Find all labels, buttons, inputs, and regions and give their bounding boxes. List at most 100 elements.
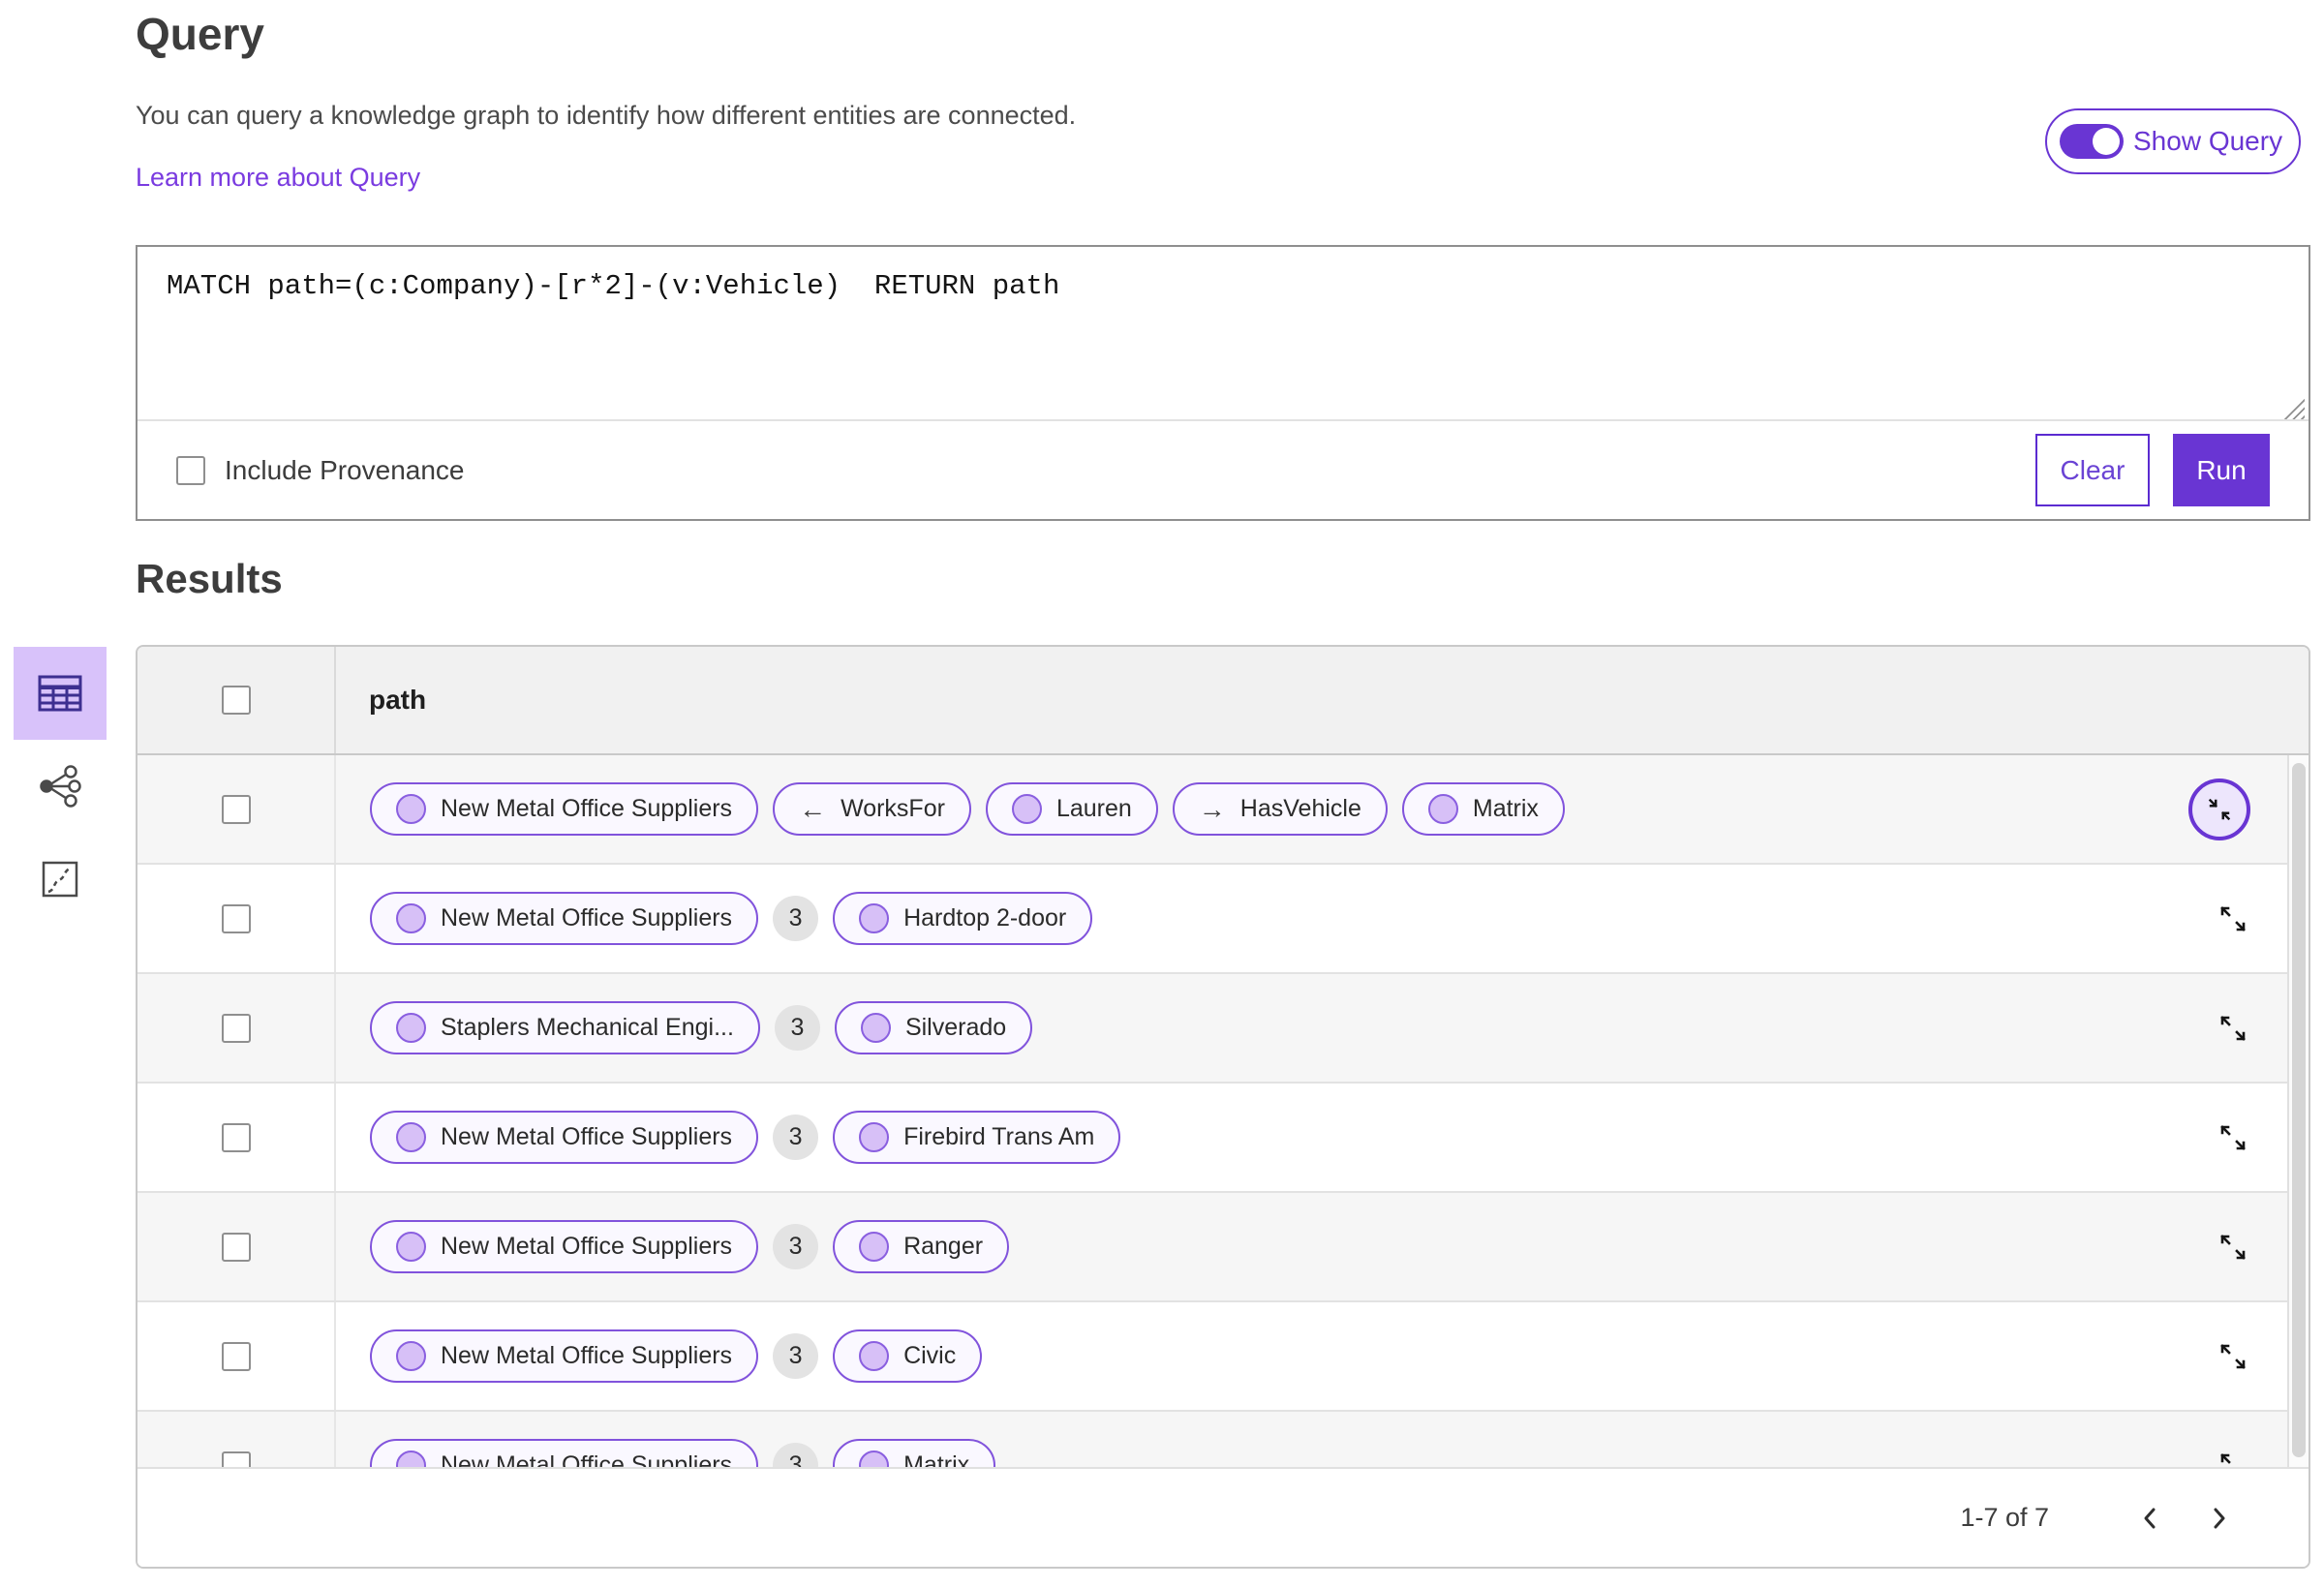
expand-row-button[interactable] bbox=[2216, 1011, 2250, 1046]
row-checkbox[interactable] bbox=[221, 1341, 251, 1371]
toggle-knob bbox=[2093, 128, 2120, 155]
table-footer: 1-7 of 7 bbox=[138, 1467, 2309, 1567]
entity-circle-icon bbox=[396, 1341, 426, 1371]
query-input[interactable]: MATCH path=(c:Company)-[r*2]-(v:Vehicle)… bbox=[138, 247, 2309, 421]
row-checkbox[interactable] bbox=[221, 1232, 251, 1262]
table-scrollbar[interactable] bbox=[2287, 755, 2309, 1467]
right-arrow-icon: → bbox=[1198, 793, 1226, 824]
relation-pill[interactable]: → HasVehicle bbox=[1172, 782, 1388, 836]
entity-pill[interactable]: New Metal Office Suppliers bbox=[370, 1220, 759, 1273]
expand-icon bbox=[2220, 1234, 2246, 1260]
next-page-button[interactable] bbox=[2185, 1489, 2252, 1547]
query-page: Query You can query a knowledge graph to… bbox=[0, 0, 2324, 1588]
pill-label: WorksFor bbox=[841, 795, 945, 822]
entity-pill[interactable]: Ranger bbox=[833, 1220, 1010, 1273]
relation-count-badge[interactable]: 3 bbox=[773, 1443, 819, 1467]
entity-circle-icon bbox=[396, 1451, 426, 1467]
expand-row-button[interactable] bbox=[2216, 901, 2250, 936]
entity-pill[interactable]: Staplers Mechanical Engi... bbox=[370, 1001, 760, 1054]
relation-count-badge[interactable]: 3 bbox=[774, 1005, 820, 1051]
relation-count-badge[interactable]: 3 bbox=[773, 1115, 819, 1160]
run-button[interactable]: Run bbox=[2173, 434, 2270, 506]
table-row: New Metal Office Suppliers 3 Civic bbox=[138, 1302, 2309, 1412]
left-arrow-icon: ← bbox=[799, 793, 827, 824]
entity-pill[interactable]: Matrix bbox=[1401, 782, 1565, 836]
expand-row-button[interactable] bbox=[2216, 1120, 2250, 1155]
entity-circle-icon bbox=[1427, 794, 1458, 824]
entity-circle-icon bbox=[1011, 794, 1042, 824]
table-row: New Metal Office Suppliers 3 Matrix bbox=[138, 1412, 2309, 1467]
pill-label: New Metal Office Suppliers bbox=[441, 795, 733, 822]
entity-pill[interactable]: New Metal Office Suppliers bbox=[370, 892, 759, 945]
expand-icon bbox=[2220, 1124, 2246, 1150]
row-checkbox[interactable] bbox=[221, 1013, 251, 1043]
pill-label: Silverado bbox=[904, 1014, 1007, 1041]
pill-label: Civic bbox=[903, 1342, 957, 1369]
table-row: Staplers Mechanical Engi... 3 Silverado bbox=[138, 974, 2309, 1084]
relation-count-badge[interactable]: 3 bbox=[773, 896, 819, 941]
entity-pill[interactable]: Firebird Trans Am bbox=[833, 1111, 1121, 1164]
include-provenance-checkbox[interactable] bbox=[176, 455, 205, 485]
entity-circle-icon bbox=[396, 794, 426, 824]
entity-circle-icon bbox=[396, 1122, 426, 1152]
entity-pill[interactable]: New Metal Office Suppliers bbox=[370, 782, 759, 836]
pagination-range: 1-7 of 7 bbox=[1960, 1503, 2049, 1532]
entity-circle-icon bbox=[859, 1122, 890, 1152]
expand-row-button[interactable] bbox=[2216, 1339, 2250, 1374]
map-view-icon bbox=[42, 861, 78, 898]
graph-view-icon bbox=[40, 765, 81, 808]
expand-icon bbox=[2220, 1343, 2246, 1369]
learn-more-link[interactable]: Learn more about Query bbox=[136, 163, 420, 193]
expand-row-button[interactable] bbox=[2216, 1449, 2250, 1468]
graph-view-button[interactable] bbox=[14, 740, 107, 833]
table-row: New Metal Office Suppliers 3 Hardtop 2-doo… bbox=[138, 865, 2309, 974]
row-checkbox[interactable] bbox=[221, 903, 251, 933]
results-table: path New Metal Office Suppliers ← WorksFor… bbox=[136, 645, 2310, 1569]
entity-pill[interactable]: Lauren bbox=[985, 782, 1158, 836]
entity-circle-icon bbox=[860, 1013, 891, 1043]
page-title: Query bbox=[136, 9, 264, 59]
table-row: New Metal Office Suppliers ← WorksFor Laure… bbox=[138, 755, 2309, 865]
pill-label: Ranger bbox=[903, 1233, 984, 1260]
toggle-switch-icon[interactable] bbox=[2060, 124, 2124, 159]
entity-circle-icon bbox=[859, 1232, 890, 1262]
table-row: New Metal Office Suppliers 3 Firebird Tran… bbox=[138, 1084, 2309, 1193]
entity-pill[interactable]: Silverado bbox=[834, 1001, 1033, 1054]
pill-label: New Metal Office Suppliers bbox=[441, 904, 733, 931]
next-page-icon bbox=[2214, 1508, 2225, 1528]
clear-button[interactable]: Clear bbox=[2035, 434, 2150, 506]
table-row: New Metal Office Suppliers 3 Ranger bbox=[138, 1193, 2309, 1302]
relation-count-badge[interactable]: 3 bbox=[773, 1224, 819, 1269]
collapse-row-button[interactable] bbox=[2188, 778, 2250, 840]
query-footer: Include Provenance Clear Run bbox=[138, 421, 2309, 519]
table-header-row: path bbox=[138, 647, 2309, 755]
entity-pill[interactable]: Matrix bbox=[833, 1439, 996, 1467]
entity-pill[interactable]: New Metal Office Suppliers bbox=[370, 1111, 759, 1164]
select-all-checkbox[interactable] bbox=[221, 686, 251, 715]
pill-label: Hardtop 2-door bbox=[903, 904, 1067, 931]
scrollbar-thumb[interactable] bbox=[2292, 763, 2306, 1457]
row-checkbox[interactable] bbox=[221, 1451, 251, 1467]
row-checkbox[interactable] bbox=[221, 1122, 251, 1152]
query-description: You can query a knowledge graph to ident… bbox=[136, 101, 1077, 130]
map-view-button[interactable] bbox=[14, 833, 107, 926]
table-view-icon bbox=[38, 675, 82, 712]
row-checkbox[interactable] bbox=[221, 794, 251, 824]
expand-row-button[interactable] bbox=[2216, 1230, 2250, 1265]
pill-label: Firebird Trans Am bbox=[903, 1123, 1095, 1150]
entity-pill[interactable]: Civic bbox=[833, 1329, 983, 1383]
relation-count-badge[interactable]: 3 bbox=[773, 1333, 819, 1379]
pill-label: HasVehicle bbox=[1239, 795, 1361, 822]
view-switcher bbox=[14, 647, 107, 926]
show-query-toggle[interactable]: Show Query bbox=[2045, 108, 2301, 174]
entity-pill[interactable]: New Metal Office Suppliers bbox=[370, 1329, 759, 1383]
table-view-button[interactable] bbox=[14, 647, 107, 740]
prev-page-button[interactable] bbox=[2117, 1489, 2185, 1547]
pill-label: Matrix bbox=[903, 1451, 970, 1467]
pill-label: New Metal Office Suppliers bbox=[441, 1451, 733, 1467]
entity-pill[interactable]: New Metal Office Suppliers bbox=[370, 1439, 759, 1467]
relation-pill[interactable]: ← WorksFor bbox=[773, 782, 971, 836]
collapse-icon bbox=[2208, 798, 2231, 820]
pill-label: Lauren bbox=[1055, 795, 1132, 822]
entity-pill[interactable]: Hardtop 2-door bbox=[833, 892, 1093, 945]
